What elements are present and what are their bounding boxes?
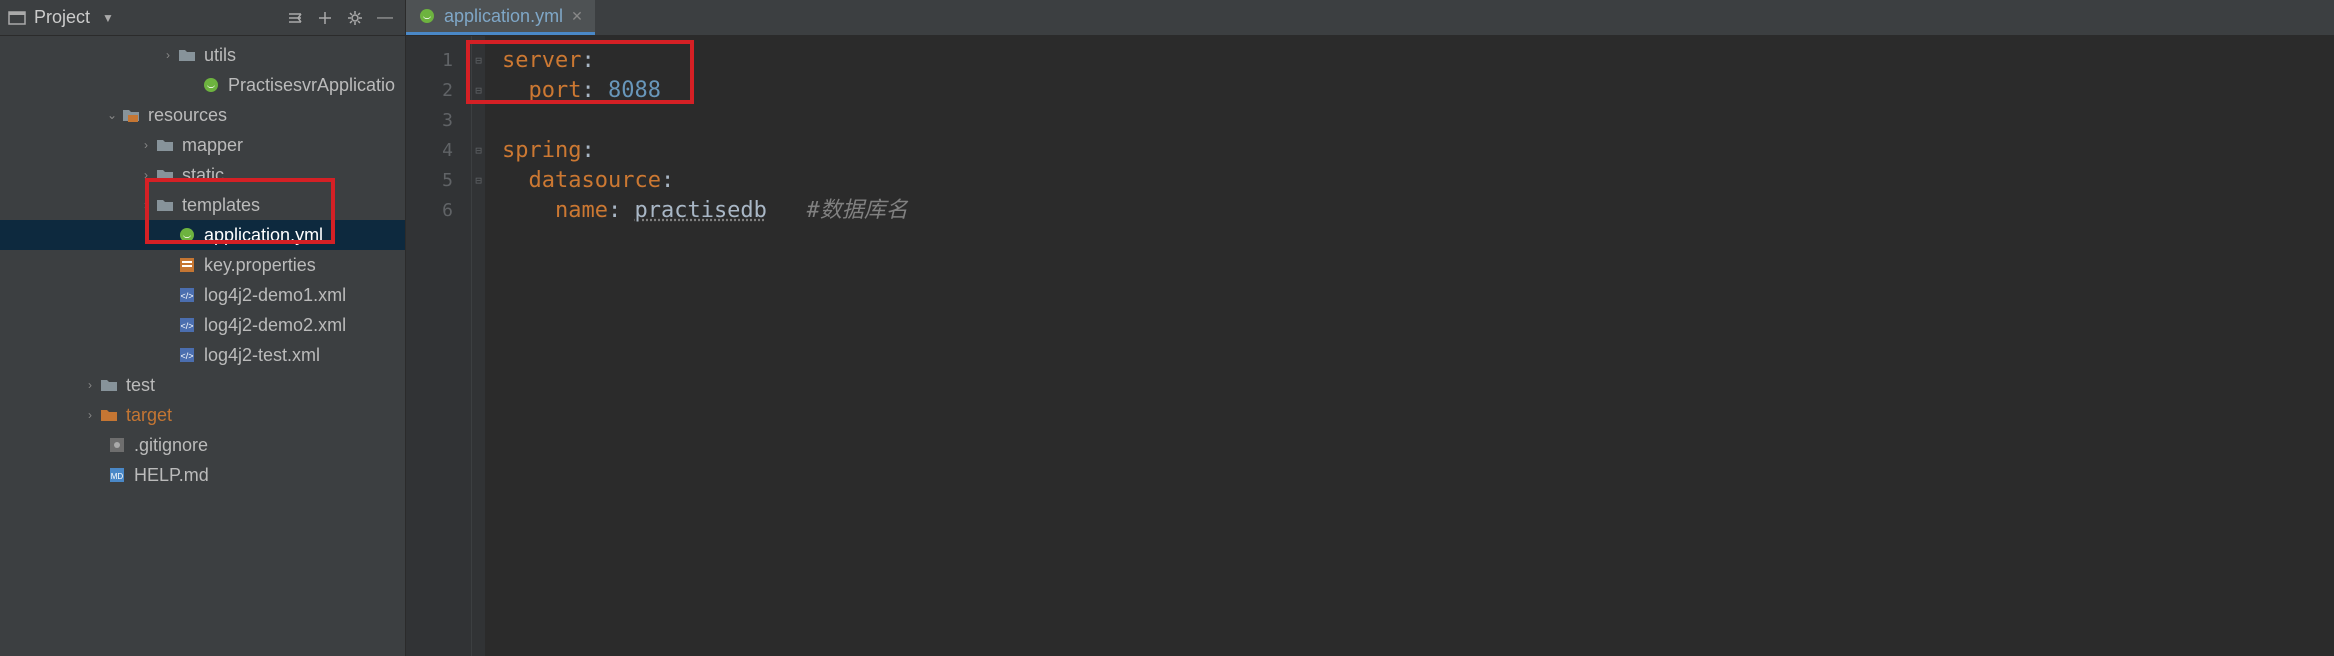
tree-item-utils[interactable]: › utils [0,40,405,70]
tree-item-log4j2-demo2-xml[interactable]: </> log4j2-demo2.xml [0,310,405,340]
tree-item-label: log4j2-demo2.xml [204,315,346,336]
line-number[interactable]: 5 [406,166,471,196]
tree-arrow-icon[interactable]: › [82,408,98,422]
tree-item-label: log4j2-test.xml [204,345,320,366]
tree-item-label: utils [204,45,236,66]
tree-item-mapper[interactable]: › mapper [0,130,405,160]
props-icon [176,254,198,276]
tree-arrow-icon[interactable]: › [138,138,154,152]
tree-item-label: test [126,375,155,396]
code-line[interactable]: name: practisedb #数据库名 [502,196,2334,226]
tree-arrow-icon[interactable]: ⌄ [104,108,120,122]
line-number[interactable]: 3 [406,106,471,136]
close-icon[interactable]: ✕ [571,8,583,25]
tree-item-label: resources [148,105,227,126]
tree-item-label: HELP.md [134,465,209,486]
tree-item-label: templates [182,195,260,216]
res-icon [120,104,142,126]
hide-panel-icon[interactable]: — [373,6,397,30]
tree-item-log4j2-demo1-xml[interactable]: </> log4j2-demo1.xml [0,280,405,310]
fold-toggle-icon[interactable]: ⊟ [472,46,485,76]
md-icon: MD [106,464,128,486]
tree-arrow-icon[interactable]: › [138,198,154,212]
tree-item-label: static [182,165,224,186]
fold-toggle-icon[interactable]: ⊟ [472,136,485,166]
tree-item--gitignore[interactable]: .gitignore [0,430,405,460]
tree-item-log4j2-test-xml[interactable]: </> log4j2-test.xml [0,340,405,370]
expand-all-icon[interactable] [313,6,337,30]
tree-item-label: .gitignore [134,435,208,456]
line-number[interactable]: 1 [406,46,471,76]
tree-item-application-yml[interactable]: application.yml [0,220,405,250]
tree-item-help-md[interactable]: MD HELP.md [0,460,405,490]
fold-toggle-icon[interactable]: ⊟ [472,166,485,196]
code-line[interactable] [502,106,2334,136]
tree-item-templates[interactable]: › templates [0,190,405,220]
settings-icon[interactable] [343,6,367,30]
folder-icon [98,374,120,396]
tree-arrow-icon[interactable]: › [160,48,176,62]
svg-text:MD: MD [111,472,124,481]
select-opened-file-icon[interactable] [283,6,307,30]
code-line[interactable]: port: 8088 [502,76,2334,106]
line-number[interactable]: 2 [406,76,471,106]
tree-item-test[interactable]: › test [0,370,405,400]
folder-icon [154,164,176,186]
tree-item-label: key.properties [204,255,316,276]
line-number-gutter[interactable]: 123456 [406,36,472,656]
fold-toggle-icon [472,106,485,136]
line-number[interactable]: 4 [406,136,471,166]
project-dropdown-icon[interactable]: ▼ [102,11,114,25]
editor-tab-application-yml[interactable]: application.yml ✕ [406,0,595,35]
project-panel-title[interactable]: Project [34,7,90,28]
xml-icon: </> [176,344,198,366]
tree-arrow-icon[interactable]: › [138,168,154,182]
line-number[interactable]: 6 [406,196,471,226]
project-tree[interactable]: › utils PractisesvrApplicatio ⌄ resources › ma… [0,36,405,656]
code-editor[interactable]: 123456 ⊟⊟⊟⊟ server: port: 8088spring: da… [406,36,2334,656]
editor-tab-bar: application.yml ✕ [406,0,2334,36]
editor-tab-label: application.yml [444,6,563,27]
spring-icon [200,74,222,96]
project-icon [8,9,26,27]
tree-item-resources[interactable]: ⌄ resources [0,100,405,130]
code-line[interactable]: datasource: [502,166,2334,196]
svg-text:</>: </> [180,291,193,301]
tree-item-target[interactable]: › target [0,400,405,430]
folder-icon [154,194,176,216]
fold-toggle-icon[interactable]: ⊟ [472,76,485,106]
git-icon [106,434,128,456]
code-line[interactable]: server: [502,46,2334,76]
code-line[interactable]: spring: [502,136,2334,166]
folder-icon [176,44,198,66]
tree-item-static[interactable]: › static [0,160,405,190]
tree-item-key-properties[interactable]: key.properties [0,250,405,280]
svg-text:</>: </> [180,351,193,361]
folder-icon [154,134,176,156]
project-panel: Project ▼ — › utils PractisesvrApplicatio ⌄… [0,0,406,656]
tree-arrow-icon[interactable]: › [82,378,98,392]
tree-item-label: mapper [182,135,243,156]
svg-text:</>: </> [180,321,193,331]
project-panel-header: Project ▼ — [0,0,405,36]
tfolder-icon [98,404,120,426]
tree-item-label: target [126,405,172,426]
xml-icon: </> [176,314,198,336]
xml-icon: </> [176,284,198,306]
spring-file-icon [418,7,436,25]
editor-area: application.yml ✕ 123456 ⊟⊟⊟⊟ server: po… [406,0,2334,656]
code-content[interactable]: server: port: 8088 spring: datasource: na… [486,36,2334,656]
fold-toggle-icon [472,196,485,226]
spring-icon [176,224,198,246]
tree-item-practisesvrapplicatio[interactable]: PractisesvrApplicatio [0,70,405,100]
tree-item-label: PractisesvrApplicatio [228,75,395,96]
fold-gutter[interactable]: ⊟⊟⊟⊟ [472,36,486,656]
tree-item-label: application.yml [204,225,323,246]
tree-item-label: log4j2-demo1.xml [204,285,346,306]
